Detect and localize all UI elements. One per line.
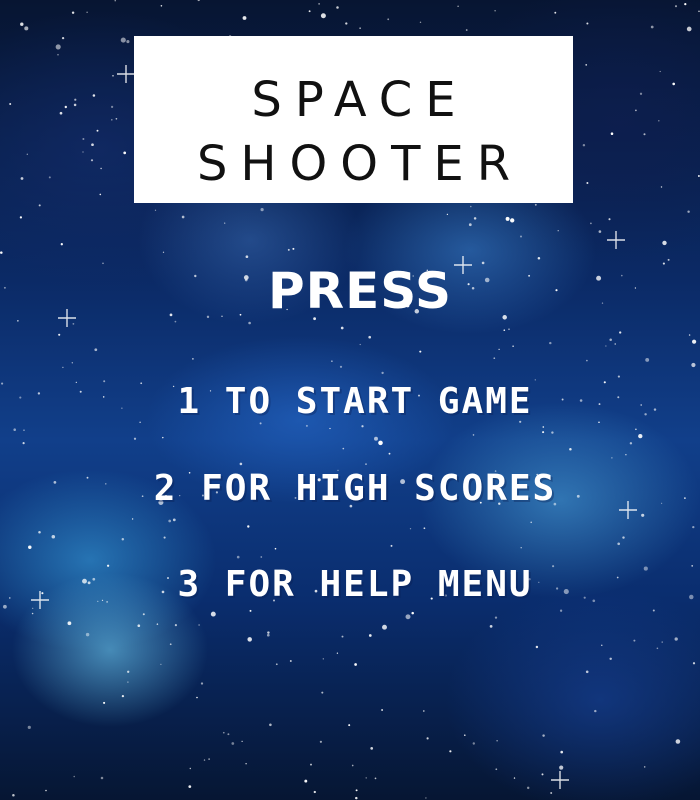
menu-option-help-menu[interactable]: 3 FOR HELP MENU: [0, 563, 700, 607]
game-title-box: SPACE SHOOTER: [134, 36, 573, 203]
press-prompt: PRESS: [267, 262, 453, 320]
game-screen: SPACE SHOOTER PRESS 1 TO START GAME 2 FO…: [0, 0, 700, 800]
menu-option-high-scores[interactable]: 2 FOR HIGH SCORES: [0, 467, 700, 511]
game-title-line-1: SPACE: [251, 72, 469, 128]
menu-option-start-game[interactable]: 1 TO START GAME: [0, 380, 700, 424]
game-title-line-2: SHOOTER: [196, 136, 524, 192]
